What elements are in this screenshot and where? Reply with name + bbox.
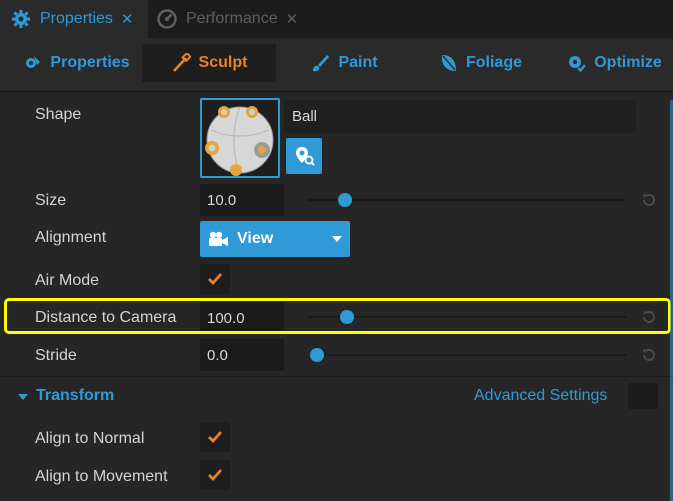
- size-slider-thumb[interactable]: [338, 193, 352, 207]
- mode-toolbar: Properties Sculpt Paint Foliage Optimize: [0, 38, 673, 92]
- leaf-icon: [438, 53, 458, 73]
- advanced-settings-label: Advanced Settings: [474, 387, 608, 404]
- shape-name-field[interactable]: Ball: [284, 100, 636, 133]
- align-to-normal-label: Align to Normal: [35, 430, 145, 447]
- stride-slider-thumb[interactable]: [310, 348, 324, 362]
- close-icon[interactable]: ✕: [121, 10, 134, 28]
- mode-optimize-button[interactable]: Optimize: [558, 44, 670, 82]
- reset-icon[interactable]: [641, 347, 657, 363]
- checkmark-icon: [208, 469, 223, 482]
- alignment-dropdown[interactable]: View: [200, 221, 350, 257]
- mode-paint-button[interactable]: Paint: [300, 44, 388, 82]
- paint-brush-icon: [310, 53, 330, 73]
- highlight-box: [4, 298, 671, 334]
- size-label: Size: [35, 192, 67, 209]
- advanced-settings-checkbox[interactable]: [628, 383, 658, 409]
- mode-properties-label: Properties: [50, 54, 130, 71]
- stride-value: 0.0: [207, 346, 228, 364]
- tab-bar: Properties ✕ Performance ✕: [0, 0, 673, 38]
- alignment-label: Alignment: [35, 229, 107, 246]
- tab-performance-label: Performance: [186, 10, 278, 27]
- close-icon[interactable]: ✕: [286, 10, 299, 28]
- tab-properties[interactable]: Properties ✕: [0, 0, 148, 38]
- chevron-down-icon: [332, 236, 342, 242]
- properties-panel: Shape Ball Size 10.0 Alignment View Air …: [0, 92, 673, 501]
- size-input[interactable]: 10.0: [200, 184, 284, 216]
- size-value: 10.0: [207, 191, 237, 209]
- location-search-icon: [296, 147, 315, 166]
- mode-optimize-label: Optimize: [594, 54, 662, 71]
- align-to-movement-checkbox[interactable]: [200, 460, 230, 490]
- camera-icon: [208, 231, 230, 247]
- sculpt-brush-icon: [171, 51, 192, 73]
- shape-picker-button[interactable]: [286, 138, 322, 174]
- mode-properties-button[interactable]: Properties: [18, 44, 134, 82]
- mode-foliage-label: Foliage: [465, 54, 522, 71]
- tab-performance[interactable]: Performance ✕: [150, 0, 320, 38]
- transform-section-header[interactable]: Transform Advanced Settings: [0, 377, 673, 415]
- shape-name-value: Ball: [292, 108, 318, 125]
- mode-sculpt-label: Sculpt: [198, 54, 248, 71]
- air-mode-label: Air Mode: [35, 272, 100, 289]
- alignment-value: View: [237, 230, 274, 247]
- stride-slider-track[interactable]: [312, 354, 626, 356]
- gear-icon: [10, 8, 32, 30]
- stride-label: Stride: [35, 347, 77, 364]
- tab-properties-label: Properties: [40, 10, 113, 27]
- size-slider-track[interactable]: [308, 199, 626, 201]
- gear-brush-icon: [22, 53, 42, 73]
- align-to-normal-checkbox[interactable]: [200, 422, 230, 452]
- checkmark-icon: [208, 431, 223, 444]
- air-mode-checkbox[interactable]: [200, 264, 230, 294]
- mode-sculpt-button[interactable]: Sculpt: [142, 44, 276, 82]
- speedometer-icon: [156, 8, 178, 30]
- shape-label: Shape: [35, 106, 82, 123]
- checkmark-icon: [208, 273, 223, 286]
- chevron-down-icon[interactable]: [18, 394, 28, 400]
- mode-foliage-button[interactable]: Foliage: [430, 44, 530, 82]
- align-to-movement-label: Align to Movement: [35, 468, 168, 485]
- reset-icon[interactable]: [641, 192, 657, 208]
- shape-thumbnail[interactable]: [200, 98, 280, 178]
- transform-title: Transform: [36, 387, 115, 404]
- mode-paint-label: Paint: [338, 54, 378, 71]
- gear-check-icon: [566, 53, 587, 73]
- stride-input[interactable]: 0.0: [200, 339, 284, 371]
- ball-preview-icon: [202, 100, 278, 176]
